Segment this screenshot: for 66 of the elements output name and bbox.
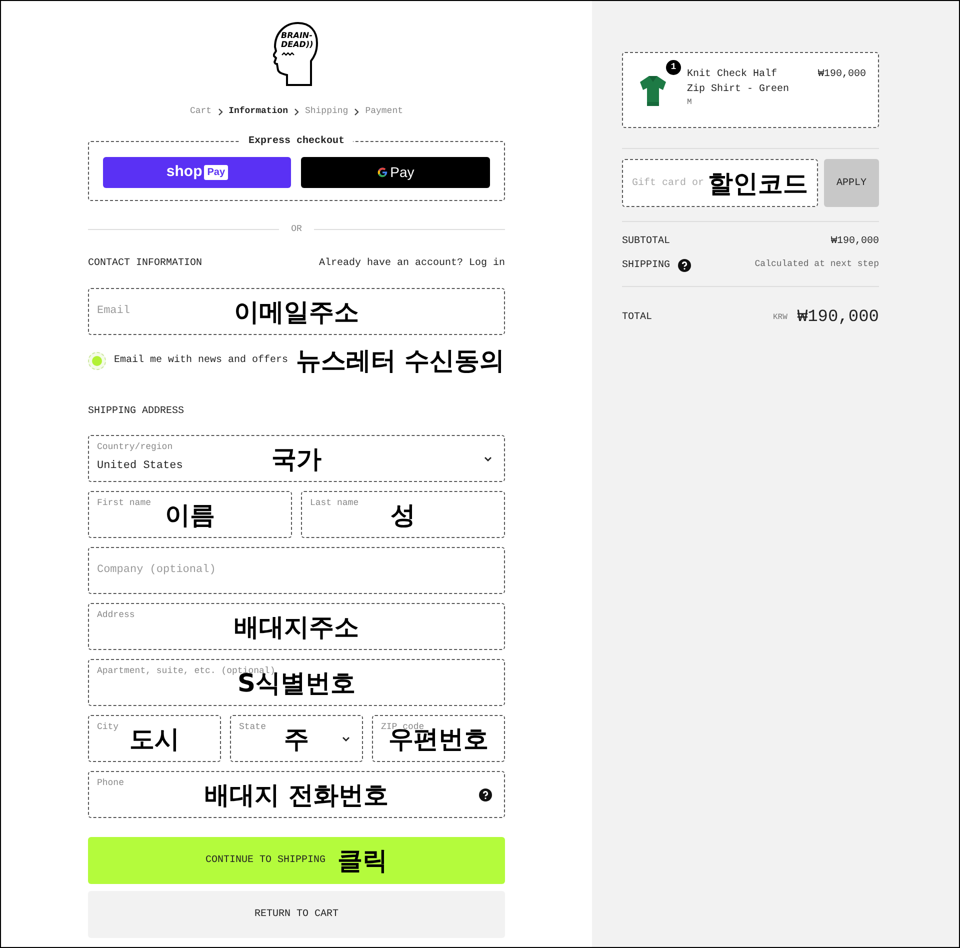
shop-pay-button[interactable]: shop Pay bbox=[102, 157, 292, 188]
newsletter-checkbox[interactable] bbox=[88, 352, 106, 370]
field-placeholder: Email bbox=[96, 304, 130, 320]
annotation-text: 클릭 bbox=[338, 848, 388, 873]
product-name: Knit Check Half Zip Shirt - Green bbox=[686, 68, 790, 97]
field-label: Country/region bbox=[96, 441, 173, 454]
product-price: ₩190,000 bbox=[818, 68, 866, 82]
total-value: ₩190,000 bbox=[797, 307, 879, 329]
input-field[interactable]: Last name 성 bbox=[300, 491, 505, 538]
checkbox-label: Email me with news and offers bbox=[114, 354, 288, 368]
annotation-text: 배대지주소 bbox=[234, 614, 359, 639]
annotation-text: 국가 bbox=[271, 446, 322, 471]
annotation-text: 배대지 전화번호 bbox=[204, 782, 388, 807]
field-label: Address bbox=[96, 609, 135, 622]
chevron-down-icon bbox=[342, 736, 350, 741]
product-variant: M bbox=[686, 97, 693, 109]
field-value: United States bbox=[96, 459, 183, 474]
input-field[interactable]: Apartment, suite, etc. (optional) S식별번호 bbox=[88, 659, 505, 706]
input-field[interactable]: City 도시 bbox=[88, 715, 221, 762]
chevron-down-icon bbox=[484, 456, 492, 461]
select-field[interactable]: Country/region United States 국가 bbox=[88, 435, 505, 482]
field-label: Phone bbox=[96, 777, 124, 790]
breadcrumb-link[interactable]: Shipping bbox=[304, 105, 348, 118]
input-field[interactable]: Email 이메일주소 bbox=[88, 288, 505, 335]
annotation-text: 할인코드 bbox=[708, 170, 808, 196]
field-label: State bbox=[238, 721, 266, 734]
breadcrumb-link[interactable]: Information bbox=[228, 105, 288, 118]
field-label: Last name bbox=[310, 497, 359, 510]
section-heading: SHIPPING ADDRESS bbox=[88, 405, 185, 419]
chevron-right-icon bbox=[218, 108, 223, 116]
apply-button[interactable]: APPLY bbox=[824, 159, 879, 207]
logo: BRAIN- DEAD)) bbox=[273, 21, 320, 87]
breadcrumb-link[interactable]: Cart bbox=[190, 105, 212, 118]
annotation-text: 주 bbox=[284, 726, 309, 751]
field-placeholder: Gift card or bbox=[632, 176, 704, 190]
account-prompt: Already have an account? bbox=[318, 256, 463, 271]
input-field[interactable]: First name 이름 bbox=[88, 491, 292, 538]
field-placeholder: Company (optional) bbox=[96, 563, 216, 578]
chevron-right-icon bbox=[354, 108, 360, 116]
section-heading: CONTACT INFORMATION bbox=[88, 257, 202, 271]
summary-label: SHIPPING bbox=[622, 258, 670, 272]
summary-value: ₩190,000 bbox=[830, 234, 879, 248]
currency-code: KRW bbox=[772, 312, 788, 324]
total-label: TOTAL bbox=[622, 311, 652, 326]
annotation-text: 도시 bbox=[129, 726, 180, 751]
input-field[interactable]: Address 배대지주소 bbox=[88, 603, 505, 650]
input-field[interactable]: Phone 배대지 전화번호 bbox=[88, 771, 505, 818]
return-button[interactable]: RETURN TO CART bbox=[88, 891, 505, 938]
select-field[interactable]: State 주 bbox=[230, 715, 363, 762]
annotation-text: 이메일주소 bbox=[234, 299, 359, 324]
annotation-text: 성 bbox=[390, 502, 416, 527]
annotation-text: 이름 bbox=[164, 502, 215, 527]
login-link[interactable]: Log in bbox=[468, 256, 505, 271]
breadcrumb-link[interactable]: Payment bbox=[365, 105, 404, 118]
annotation-text: 뉴스레터 수신동의 bbox=[296, 348, 505, 373]
field-label: First name bbox=[96, 497, 151, 510]
continue-button[interactable]: CONTINUE TO SHIPPING 클릭 bbox=[88, 837, 505, 884]
google-icon bbox=[377, 167, 388, 178]
summary-value: Calculated at next step bbox=[754, 258, 879, 272]
google-pay-button[interactable]: Pay bbox=[301, 157, 490, 188]
chevron-right-icon bbox=[294, 108, 299, 116]
summary-label: SUBTOTAL bbox=[622, 234, 670, 248]
quantity-badge: 1 bbox=[666, 60, 681, 75]
divider-label: OR bbox=[291, 222, 302, 236]
field-label: City bbox=[96, 721, 119, 734]
panel-title: Express checkout bbox=[240, 134, 352, 148]
